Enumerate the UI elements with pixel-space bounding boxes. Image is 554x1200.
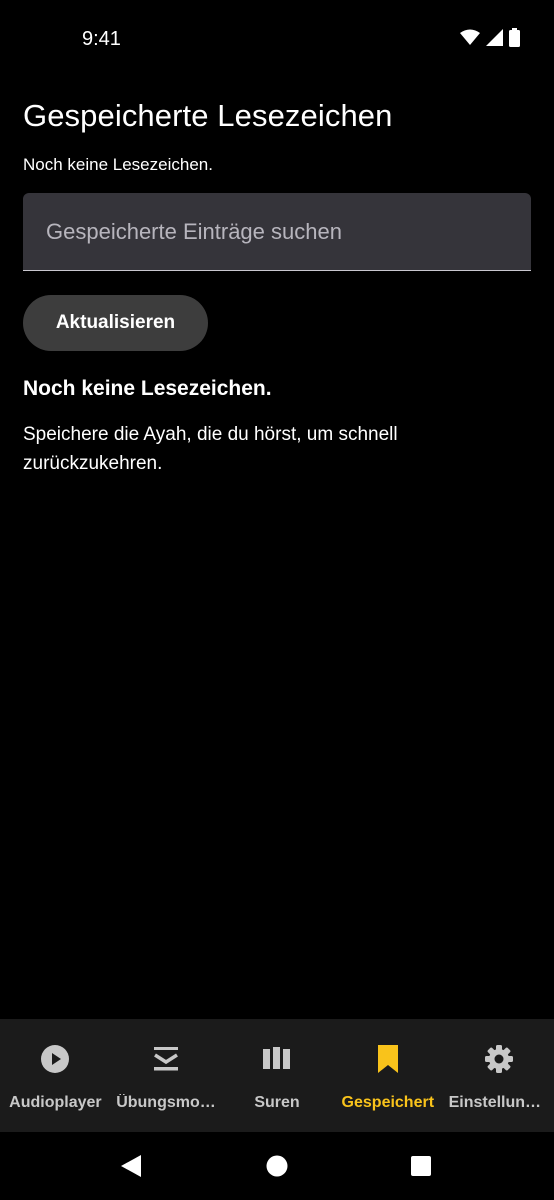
gear-icon	[484, 1043, 514, 1075]
system-nav	[0, 1132, 554, 1200]
battery-icon	[509, 28, 520, 47]
nav-item-gespeichert[interactable]: Gespeichert	[332, 1019, 443, 1132]
nav-label: Suren	[254, 1094, 300, 1111]
status-bar: 9:41	[0, 0, 554, 80]
back-icon[interactable]	[119, 1154, 143, 1178]
screen: 9:41 Gespeicherte Lesezeichen Noch keine…	[0, 0, 554, 1200]
nav-item-audioplayer[interactable]: Audioplayer	[0, 1019, 111, 1132]
nav-label: Einstellungen	[448, 1094, 549, 1111]
page-subtitle: Noch keine Lesezeichen.	[23, 155, 213, 174]
home-icon[interactable]	[265, 1154, 289, 1178]
search-input[interactable]	[23, 193, 531, 270]
nav-item-uebungsmodus[interactable]: Übungsmodus	[111, 1019, 222, 1132]
practice-icon	[152, 1043, 180, 1075]
empty-state-text: Speichere die Ayah, die du hörst, um sch…	[23, 424, 398, 474]
recents-icon[interactable]	[409, 1154, 433, 1178]
empty-state-heading: Noch keine Lesezeichen.	[23, 377, 272, 400]
library-icon	[262, 1043, 291, 1075]
nav-item-suren[interactable]: Suren	[222, 1019, 333, 1132]
search-field[interactable]	[23, 193, 531, 271]
play-circle-icon	[40, 1043, 70, 1075]
status-icons	[460, 28, 520, 47]
refresh-button[interactable]: Aktualisieren	[23, 295, 208, 351]
bottom-nav: Audioplayer Übungsmodus Suren Gespeicher…	[0, 1019, 554, 1132]
wifi-icon	[460, 29, 480, 46]
status-time: 9:41	[82, 28, 121, 50]
bookmark-icon	[377, 1043, 399, 1075]
nav-label: Gespeichert	[341, 1094, 435, 1111]
signal-icon	[486, 29, 503, 46]
nav-item-einstellungen[interactable]: Einstellungen	[443, 1019, 554, 1132]
nav-label: Audioplayer	[9, 1094, 102, 1111]
nav-label: Übungsmodus	[116, 1094, 216, 1111]
page-title: Gespeicherte Lesezeichen	[23, 98, 393, 133]
